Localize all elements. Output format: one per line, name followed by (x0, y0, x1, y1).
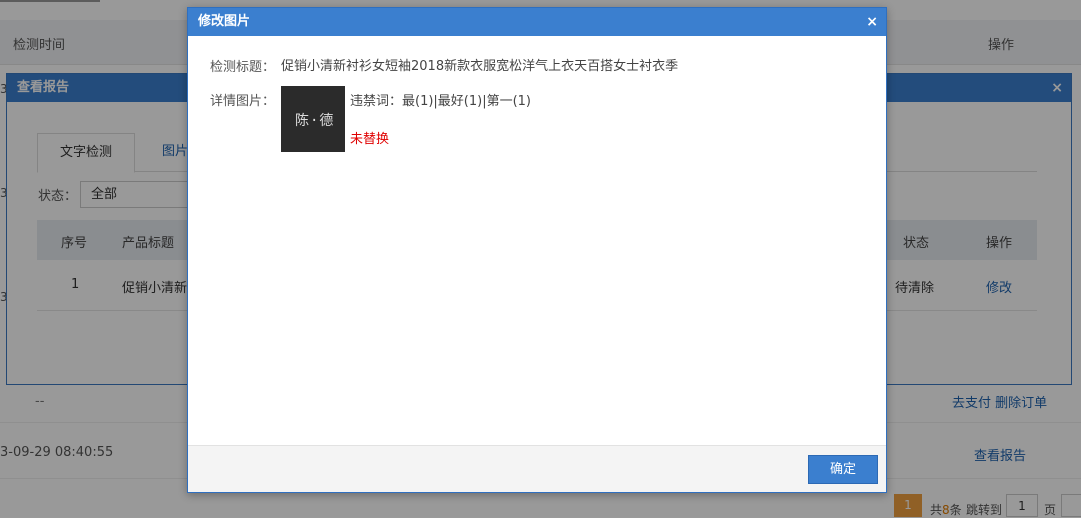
detail-image-label: 详情图片： (210, 94, 276, 109)
thumbnail-text: 陈·德 (295, 113, 335, 129)
detail-image-thumbnail[interactable]: 陈·德 (281, 86, 345, 152)
modal-body: 检测标题： 促销小清新衬衫女短袖2018新款衣服宽松洋气上衣天百搭女士衬衣季 详… (188, 36, 886, 446)
modal-titlebar: 修改图片 × (188, 8, 886, 36)
check-title-value: 促销小清新衬衫女短袖2018新款衣服宽松洋气上衣天百搭女士衬衣季 (281, 59, 679, 74)
modify-image-dialog: 修改图片 × 检测标题： 促销小清新衬衫女短袖2018新款衣服宽松洋气上衣天百搭… (187, 7, 887, 493)
confirm-button[interactable]: 确定 (808, 455, 878, 484)
banned-words: 违禁词：最(1)|最好(1)|第一(1) (350, 94, 532, 109)
modal-footer: 确定 (188, 445, 886, 492)
close-icon[interactable]: × (866, 8, 878, 36)
replace-status: 未替换 (350, 132, 390, 147)
modal-title: 修改图片 (198, 14, 251, 29)
check-title-label: 检测标题： (210, 60, 276, 75)
